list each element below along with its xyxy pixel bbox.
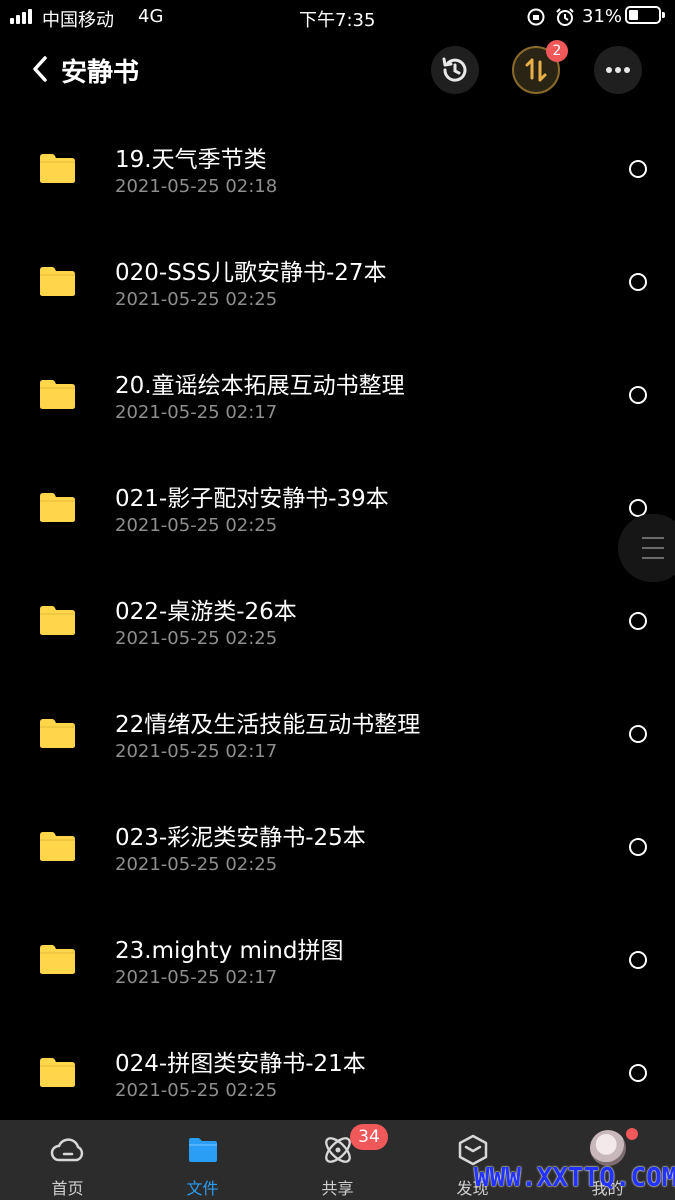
folder-name: 20.童谣绘本拓展互动书整理 [115,373,405,399]
folder-name: 022-桌游类-26本 [115,599,297,625]
folder-date: 2021-05-25 02:17 [115,402,278,423]
list-item[interactable]: 19.天气季节类 2021-05-25 02:18 [0,102,675,215]
tab-share-label: 共享 [321,1179,354,1198]
transfer-button[interactable]: 2 [512,40,568,94]
rotation-lock-icon [527,8,545,26]
folder-date: 2021-05-25 02:25 [115,854,278,875]
folder-name: 22情绪及生活技能互动书整理 [115,712,421,738]
chevron-left-icon[interactable] [28,54,54,84]
more-button[interactable] [594,46,642,94]
tab-bar: 首页 文件 34 共享 发现 我的 WWW.XXTTQ.COM [0,1120,675,1200]
folder-date: 2021-05-25 02:25 [115,515,278,536]
battery-percent: 31% [582,6,623,27]
transfer-badge: 2 [546,40,568,62]
folder-icon [40,493,75,522]
tab-files[interactable]: 文件 [135,1120,270,1200]
folder-date: 2021-05-25 02:17 [115,741,278,762]
tab-files-label: 文件 [186,1179,219,1198]
folder-name: 19.天气季节类 [115,147,267,173]
folder-icon [40,380,75,409]
carrier-label: 中国移动 [42,10,114,31]
list-item[interactable]: 021-影子配对安静书-39本 2021-05-25 02:25 [0,441,675,554]
header: 安静书 2 [0,40,675,100]
folder-date: 2021-05-25 02:25 [115,289,278,310]
list-item[interactable]: 023-彩泥类安静书-25本 2021-05-25 02:25 [0,780,675,893]
tab-home-label: 首页 [51,1179,84,1198]
folder-icon [40,154,75,183]
folder-date: 2021-05-25 02:25 [115,628,278,649]
select-checkbox[interactable] [629,1064,647,1082]
select-checkbox[interactable] [629,838,647,856]
folder-icon [40,606,75,635]
list-item[interactable]: 22情绪及生活技能互动书整理 2021-05-25 02:17 [0,667,675,780]
share-badge: 34 [350,1124,388,1150]
folder-name: 020-SSS儿歌安静书-27本 [115,260,387,286]
more-icon [606,67,630,73]
list-item[interactable]: 23.mighty mind拼图 2021-05-25 02:17 [0,893,675,1006]
folder-date: 2021-05-25 02:17 [115,967,278,988]
folder-icon [188,1138,217,1162]
select-checkbox[interactable] [629,160,647,178]
folder-name: 024-拼图类安静书-21本 [115,1051,366,1077]
tab-share[interactable]: 34 共享 [270,1120,405,1200]
page-title: 安静书 [61,58,140,88]
list-item[interactable]: 20.童谣绘本拓展互动书整理 2021-05-25 02:17 [0,328,675,441]
battery-icon [625,6,665,24]
list-item[interactable]: 020-SSS儿歌安静书-27本 2021-05-25 02:25 [0,215,675,328]
cloud-icon [50,1138,83,1162]
alarm-icon [556,8,574,26]
history-button[interactable] [431,46,479,94]
tab-home[interactable]: 首页 [0,1120,135,1200]
notification-dot [626,1128,638,1140]
folder-icon [40,945,75,974]
avatar [589,1130,626,1166]
folder-name: 023-彩泥类安静书-25本 [115,825,366,851]
folder-icon [40,832,75,861]
select-checkbox[interactable] [629,612,647,630]
select-checkbox[interactable] [629,951,647,969]
clock: 下午7:35 [299,10,376,31]
status-bar: 中国移动 4G 下午7:35 31% [0,0,675,34]
folder-date: 2021-05-25 02:18 [115,176,278,197]
folder-name: 021-影子配对安静书-39本 [115,486,389,512]
folder-icon [40,719,75,748]
folder-date: 2021-05-25 02:25 [115,1080,278,1101]
network-label: 4G [138,6,164,27]
file-list: 19.天气季节类 2021-05-25 02:18 020-SSS儿歌安静书-27本… [0,102,675,1119]
folder-name: 23.mighty mind拼图 [115,938,344,964]
history-icon [442,57,467,82]
select-checkbox[interactable] [629,725,647,743]
select-checkbox[interactable] [629,386,647,404]
list-item[interactable]: 024-拼图类安静书-21本 2021-05-25 02:25 [0,1006,675,1119]
folder-icon [40,1058,75,1087]
watermark: WWW.XXTTQ.COM [474,1163,675,1193]
folder-icon [40,267,75,296]
list-item[interactable]: 022-桌游类-26本 2021-05-25 02:25 [0,554,675,667]
select-checkbox[interactable] [629,273,647,291]
